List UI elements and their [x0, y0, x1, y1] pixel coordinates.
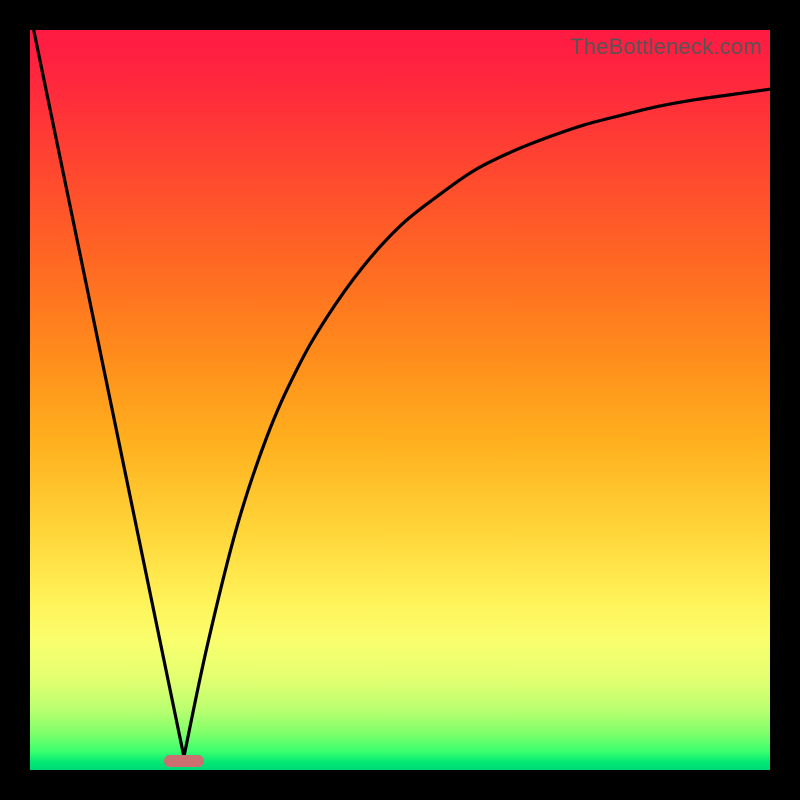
curve-svg — [30, 30, 770, 770]
optimum-marker — [164, 755, 205, 767]
plot-area: TheBottleneck.com — [30, 30, 770, 770]
chart-frame: TheBottleneck.com — [0, 0, 800, 800]
bottleneck-curve — [34, 30, 770, 757]
